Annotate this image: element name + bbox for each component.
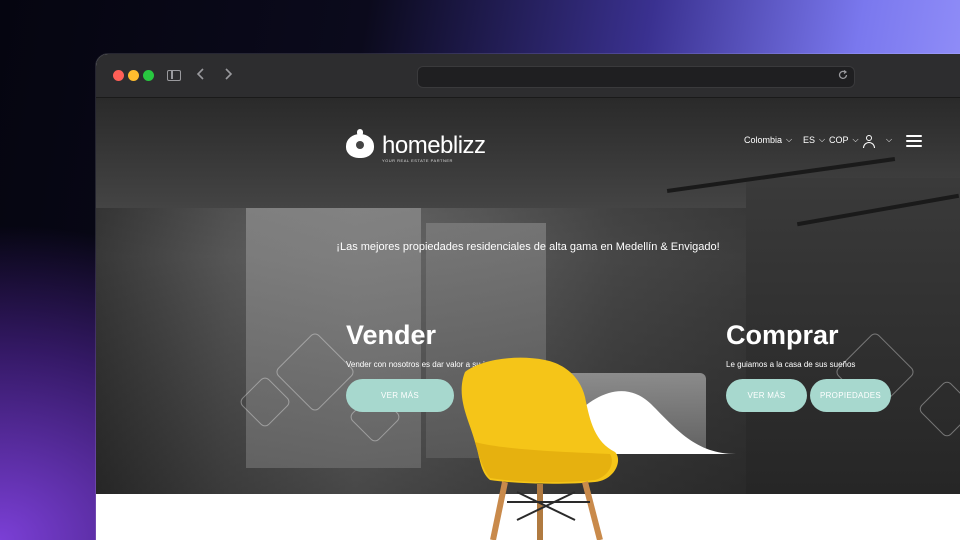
hamburger-menu-icon[interactable]	[906, 135, 922, 147]
hero-tagline: ¡Las mejores propiedades residenciales d…	[336, 241, 720, 253]
user-menu-dropdown[interactable]: ⌵	[882, 135, 892, 145]
close-window-button[interactable]	[113, 70, 124, 81]
address-bar[interactable]	[417, 66, 855, 88]
currency-label: COP	[829, 135, 849, 145]
country-selector[interactable]: Colombia ⌵	[744, 135, 792, 145]
user-account-icon[interactable]	[862, 134, 876, 148]
chevron-left-icon[interactable]	[196, 67, 206, 83]
properties-button[interactable]: PROPIEDADES	[810, 379, 891, 412]
country-label: Colombia	[744, 135, 783, 145]
chevron-right-icon[interactable]	[223, 67, 233, 83]
site-logo[interactable]: homeblizz YOUR REAL ESTATE PARTNER	[346, 129, 486, 163]
minimize-window-button[interactable]	[128, 70, 139, 81]
maximize-window-button[interactable]	[143, 70, 154, 81]
logo-subtitle: YOUR REAL ESTATE PARTNER	[382, 158, 453, 163]
browser-toolbar	[96, 54, 960, 98]
buy-title: Comprar	[726, 320, 839, 350]
sidebar-toggle-icon[interactable]	[167, 70, 181, 81]
yellow-chair-image	[461, 357, 619, 540]
buy-subtitle: Le guiamos a la casa de sus sueños	[726, 360, 856, 369]
reload-icon[interactable]	[838, 69, 848, 83]
language-label: ES	[803, 135, 816, 145]
chevron-down-icon: ⌵	[886, 135, 893, 144]
buy-more-button[interactable]: VER MÁS	[726, 379, 807, 412]
chevron-down-icon: ⌵	[852, 135, 859, 144]
logo-text: homeblizz	[382, 132, 486, 159]
currency-selector[interactable]: COP ⌵	[829, 135, 859, 145]
sell-title: Vender	[346, 320, 437, 350]
language-selector[interactable]: ES ⌵	[803, 135, 825, 145]
sell-more-button[interactable]: VER MÁS	[346, 379, 454, 412]
logo-icon	[346, 129, 374, 160]
chevron-down-icon: ⌵	[786, 135, 793, 144]
chevron-down-icon: ⌵	[819, 135, 826, 144]
